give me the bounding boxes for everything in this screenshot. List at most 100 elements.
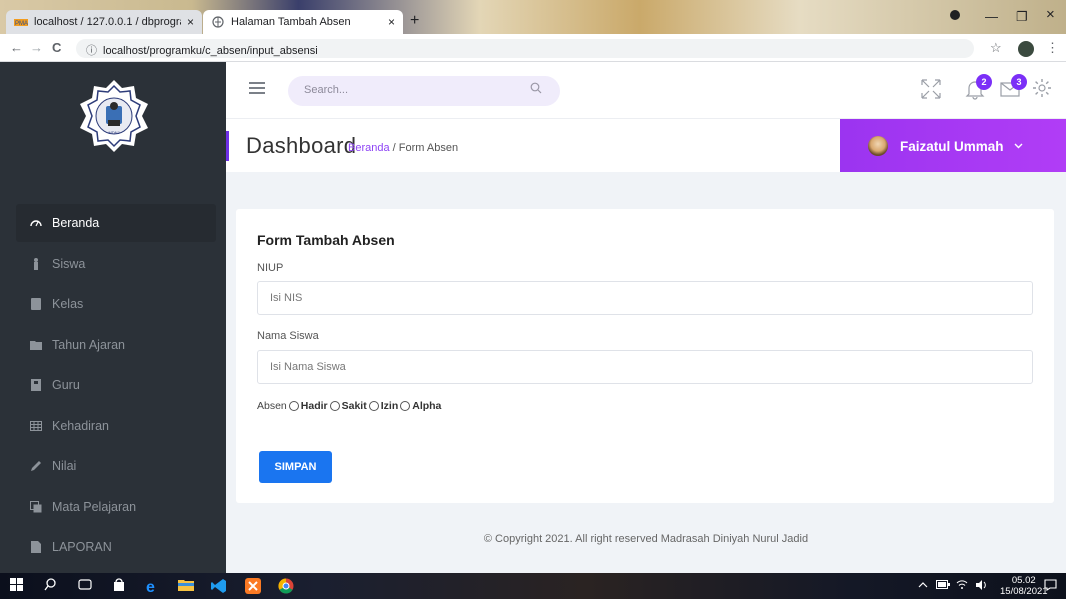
absen-radio-group: Absen Hadir Sakit Izin Alpha [257, 400, 441, 412]
bookmark-star-icon[interactable]: ☆ [990, 40, 1002, 56]
simpan-button[interactable]: SIMPAN [259, 451, 332, 483]
nama-siswa-input[interactable]: Isi Nama Siswa [257, 350, 1033, 384]
sidebar-item-label: Kelas [52, 297, 84, 311]
vscode-icon[interactable] [211, 578, 227, 597]
nama-siswa-label: Nama Siswa [257, 330, 319, 342]
edge-icon[interactable]: e [145, 578, 161, 597]
search-icon[interactable] [44, 578, 57, 594]
close-window-button[interactable]: × [1046, 6, 1055, 23]
settings-gear-icon[interactable] [1032, 78, 1056, 102]
pencil-icon [30, 460, 42, 472]
action-center-icon[interactable] [1044, 579, 1057, 594]
clock-time: 05.02 [1011, 575, 1036, 586]
user-name: Faizatul Ummah [900, 138, 1004, 154]
info-icon[interactable]: ⓘ [86, 45, 97, 57]
windows-start-icon[interactable] [10, 578, 23, 594]
radio-label-sakit[interactable]: Sakit [342, 400, 367, 412]
svg-text:PMA: PMA [15, 21, 28, 27]
tab-title: Halaman Tambah Absen [231, 16, 351, 28]
radio-izin[interactable] [368, 401, 379, 411]
breadcrumb-current: Form Absen [398, 142, 459, 154]
back-button[interactable]: ← [10, 40, 23, 55]
sidebar-item-label: Tahun Ajaran [52, 338, 125, 352]
id-card-icon [30, 379, 42, 391]
message-badge: 3 [1011, 74, 1027, 90]
radio-label-izin[interactable]: Izin [381, 400, 399, 412]
table-icon [30, 420, 42, 432]
chevron-up-icon[interactable] [918, 580, 928, 591]
form-title: Form Tambah Absen [257, 232, 395, 248]
main-content: Form Tambah Absen NIUP Isi NIS Nama Sisw… [226, 172, 1066, 573]
tab-title: localhost / 127.0.0.1 / dbprogram [34, 16, 181, 28]
header-accent-bar [226, 131, 229, 161]
sidebar-item-kelas[interactable]: Kelas [16, 285, 216, 323]
profile-avatar[interactable] [1018, 41, 1034, 57]
user-menu[interactable]: Faizatul Ummah [840, 119, 1066, 173]
top-bar: Search... 2 3 [226, 62, 1066, 118]
school-logo: MDNJ [74, 76, 154, 156]
taskbar-clock[interactable]: 05.02 15/08/2021 [1000, 575, 1048, 597]
sidebar-item-label: Guru [52, 378, 80, 392]
profile-dot-icon[interactable] [949, 9, 961, 24]
avatar [868, 136, 888, 156]
search-icon[interactable] [530, 82, 542, 97]
maximize-button[interactable]: ❐ [1016, 9, 1028, 25]
sidebar-item-beranda[interactable]: Beranda [16, 204, 216, 242]
svg-text:e: e [146, 579, 155, 594]
url-text: localhost/programku/c_absen/input_absens… [103, 45, 318, 57]
browser-menu-icon[interactable]: ⋮ [1046, 40, 1059, 56]
notification-bell-icon[interactable]: 2 [964, 74, 992, 102]
tab-halaman-tambah-absen[interactable]: Halaman Tambah Absen × [203, 10, 403, 34]
reload-button[interactable]: C [52, 40, 61, 55]
file-icon [30, 541, 42, 553]
store-icon[interactable] [112, 578, 126, 595]
sidebar-item-label: Nilai [52, 459, 77, 473]
radio-sakit[interactable] [329, 401, 340, 411]
dashboard-icon [30, 217, 42, 229]
battery-icon[interactable] [936, 580, 950, 592]
book-icon [30, 298, 42, 310]
fullscreen-icon[interactable] [920, 78, 944, 102]
sidebar-item-label: Mata Pelajaran [52, 500, 137, 514]
chevron-down-icon [1014, 141, 1023, 152]
copy-icon [30, 501, 42, 513]
task-view-icon[interactable] [78, 578, 92, 594]
sidebar-item-mata-pelajaran[interactable]: Mata Pelajaran [16, 488, 216, 526]
file-explorer-icon[interactable] [178, 578, 194, 595]
niup-label: NIUP [257, 262, 284, 274]
sidebar-item-label: Siswa [52, 257, 86, 271]
form-card: Form Tambah Absen NIUP Isi NIS Nama Sisw… [236, 209, 1054, 503]
sidebar-item-kehadiran[interactable]: Kehadiran [16, 407, 216, 445]
sidebar-item-laporan[interactable]: LAPORAN [16, 528, 216, 566]
tab-close-icon[interactable]: × [388, 15, 395, 29]
breadcrumb-separator: / [392, 142, 396, 154]
browser-window: PMA localhost / 127.0.0.1 / dbprogram × … [0, 0, 1066, 599]
page-header: Dashboard Beranda / Form Absen Faizatul … [226, 118, 1066, 173]
new-tab-button[interactable]: + [410, 12, 419, 30]
xampp-icon[interactable] [245, 578, 261, 597]
tab-close-icon[interactable]: × [187, 15, 194, 29]
radio-alpha[interactable] [400, 401, 411, 411]
minimize-button[interactable]: — [985, 9, 998, 24]
radio-label-alpha[interactable]: Alpha [412, 400, 441, 412]
sidebar-item-label: Kehadiran [52, 419, 109, 433]
chrome-icon[interactable] [278, 578, 294, 597]
wifi-icon[interactable] [956, 580, 968, 593]
message-envelope-icon[interactable]: 3 [999, 74, 1027, 102]
sidebar-item-siswa[interactable]: Siswa [16, 245, 216, 283]
niup-input[interactable]: Isi NIS [257, 281, 1033, 315]
search-input[interactable]: Search... [288, 76, 560, 106]
radio-label-hadir[interactable]: Hadir [301, 400, 328, 412]
sidebar-item-guru[interactable]: Guru [16, 366, 216, 404]
radio-hadir[interactable] [288, 401, 299, 411]
breadcrumb-home-link[interactable]: Beranda [348, 142, 390, 154]
sidebar-item-tahun-ajaran[interactable]: Tahun Ajaran [16, 326, 216, 364]
nama-siswa-placeholder: Isi Nama Siswa [270, 361, 346, 373]
forward-button[interactable]: → [30, 40, 43, 55]
tab-phpmyadmin[interactable]: PMA localhost / 127.0.0.1 / dbprogram × [6, 10, 202, 34]
hamburger-menu-icon[interactable] [249, 82, 265, 94]
footer-copyright: © Copyright 2021. All right reserved Mad… [483, 533, 809, 545]
volume-icon[interactable] [976, 580, 988, 593]
url-field[interactable]: ⓘ localhost/programku/c_absen/input_absen… [76, 39, 974, 58]
sidebar-item-nilai[interactable]: Nilai [16, 447, 216, 485]
